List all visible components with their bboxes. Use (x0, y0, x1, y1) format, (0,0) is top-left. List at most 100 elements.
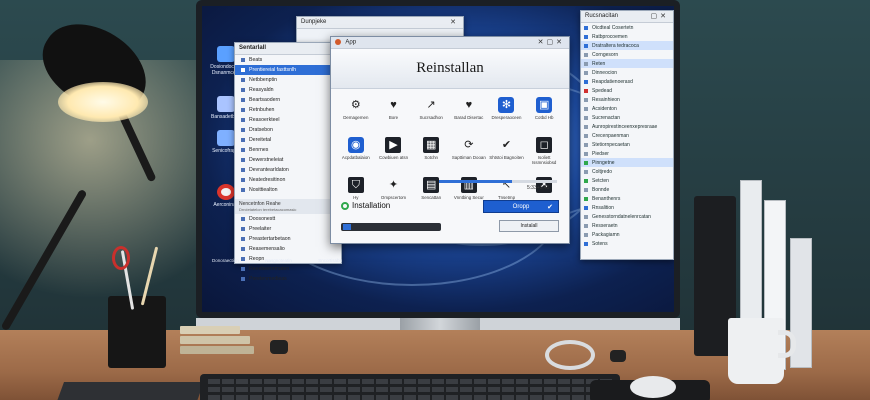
panel-item[interactable]: Stetiornpecaetan (581, 140, 673, 149)
explorer-item-label: Reasemensalio (249, 246, 285, 252)
explorer-window[interactable]: Sentarlall Beats Prentiereial fasttsnlh Ne… (234, 42, 342, 282)
panel-item[interactable]: Sotens (581, 239, 673, 248)
folder-icon (241, 128, 245, 132)
panel-item[interactable]: Dinneocion (581, 68, 673, 77)
pen-cup (108, 296, 166, 368)
panel-item[interactable]: Reten (581, 59, 673, 68)
tool-tile-label: Sucrsadhon (419, 115, 443, 120)
tool-tile[interactable]: ▣ Cotbd Hb (525, 97, 563, 133)
explorer-item-label: Nosittiealton (249, 187, 278, 193)
secondary-button[interactable]: Instalall (499, 220, 559, 232)
tool-tile[interactable]: ◻ Isoliett Issmnsiobsd (525, 137, 563, 173)
box-icon: ▦ (423, 137, 440, 153)
taskbar-item[interactable]: Nasgnoteatin (265, 258, 292, 263)
item-icon (584, 187, 588, 192)
panel-item[interactable]: Reapdatienoerasd (581, 77, 673, 86)
panel-item[interactable]: Benanthenrs (581, 194, 673, 203)
explorer-item[interactable]: Netbbenptin (235, 75, 341, 85)
panel-item[interactable]: Spedead (581, 86, 673, 95)
panel-item-label: Rnsalition (592, 204, 614, 211)
explorer-item[interactable]: Preastertarbetaon (235, 234, 341, 244)
panel-item[interactable]: Oicdteal Cosertetn (581, 23, 673, 32)
tool-tile-label: Cotbd Hb (534, 115, 554, 120)
reinstall-dialog[interactable]: Aρp ✕▢✕ Reinstallan ⚙ Demagemen ♥ Bore ↗ Sucr… (330, 36, 570, 244)
window-controls[interactable]: ▢✕ (651, 12, 669, 20)
item-icon (584, 205, 588, 210)
tool-tile[interactable]: ✻ Dresperaoceen (488, 97, 526, 133)
panel-item[interactable]: Ratbprocoemen (581, 32, 673, 41)
taskbar-item[interactable]: Sncortisabn (318, 258, 342, 263)
explorer-item[interactable]: Reasemensalio (235, 244, 341, 254)
tool-tile[interactable]: ▶ Cowbiuen atsn (375, 137, 413, 173)
explorer-item[interactable]: Nosittiealton (235, 185, 341, 195)
explorer-item[interactable]: Reasyaldn (235, 85, 341, 95)
panel-item[interactable]: Dratraltera tedracoca (581, 41, 673, 50)
explorer-item[interactable]: Doosonestt (235, 214, 341, 224)
tool-tile-label: Sencattan (421, 195, 442, 200)
dialog-window-controls[interactable]: ✕▢✕ (538, 38, 565, 46)
explorer-item[interactable]: Devrantearldaton (235, 165, 341, 175)
explorer-item[interactable]: Dereitetal (235, 135, 341, 145)
right-panel[interactable]: Rucsnacitan ▢✕ Oicdteal Cosertetn Ratbpro… (580, 10, 674, 260)
tool-tile[interactable]: ◉ Acpdatbalaion (337, 137, 375, 173)
explorer-item[interactable]: Beats (235, 55, 341, 65)
tool-tile-label: Cowbiuen atsn (378, 155, 409, 160)
explorer-item-label: Dratsebon (249, 127, 273, 133)
top-window-title: Dunpjeke (301, 19, 327, 25)
panel-item[interactable]: Packagiamn (581, 230, 673, 239)
window-controls[interactable]: ✕ (450, 18, 459, 26)
panel-item[interactable]: Genesstorndatnelenrcatan (581, 212, 673, 221)
panel-item-label: Sucrenactan (592, 114, 621, 121)
tool-tile[interactable]: ✔ Shtstoi Bagnoiten (488, 137, 526, 173)
explorer-item[interactable]: Reeebeenrmaten (235, 264, 341, 274)
notebook (55, 382, 205, 400)
cloud-icon (217, 46, 235, 62)
panel-item[interactable]: Bonnde (581, 185, 673, 194)
explorer-item[interactable]: Retnbuhen (235, 105, 341, 115)
panel-item-label: Coltjredo (592, 168, 613, 175)
panel-item[interactable]: Corngesorn (581, 50, 673, 59)
explorer-item[interactable]: Reasoerkteel (235, 115, 341, 125)
tool-tile[interactable]: ↗ Sucrsadhon (412, 97, 450, 133)
panel-item[interactable]: Crecenpaenman (581, 131, 673, 140)
folder-icon (241, 138, 245, 142)
panel-item[interactable]: Aunropirestinceenxepresraae (581, 122, 673, 131)
item-icon (584, 43, 588, 48)
tool-tile[interactable]: ♥ Barad Disertac (450, 97, 488, 133)
panel-item[interactable]: Resainhieon (581, 95, 673, 104)
panel-item[interactable]: Acsidenton (581, 104, 673, 113)
panel-item[interactable]: Piedser (581, 149, 673, 158)
item-icon (584, 124, 588, 129)
panel-item[interactable]: Setcten (581, 176, 673, 185)
primary-button-label: Oropp (512, 203, 530, 210)
explorer-item[interactable]: Prentiereial fasttsnlh (235, 65, 341, 75)
explorer-item[interactable]: Dewerstneleiat (235, 155, 341, 165)
explorer-item[interactable]: Dratsebon (235, 125, 341, 135)
tool-tile[interactable]: ⚙ Demagemen (337, 97, 375, 133)
dialog-heading: Reinstallan (331, 49, 569, 89)
panel-item[interactable]: Pinngetne (581, 158, 673, 167)
item-icon (584, 34, 588, 39)
key-row (208, 387, 612, 392)
taskbar-item[interactable]: Donoraection (212, 258, 239, 263)
explorer-item[interactable]: Poretenmedieas (235, 274, 341, 284)
primary-button[interactable]: Oropp ✔ (483, 200, 559, 213)
explorer-item-label: Dereitetal (249, 137, 272, 143)
panel-item-label: Setcten (592, 177, 609, 184)
tool-tile[interactable]: ♥ Bore (375, 97, 413, 133)
explorer-item[interactable]: Preelaiter (235, 224, 341, 234)
explorer-item-label: Reasoerkteel (249, 117, 280, 123)
tool-tile[interactable]: ⟳ Sapttiman Dooan (450, 137, 488, 173)
panel-item[interactable]: Sucrenactan (581, 113, 673, 122)
folder-icon (241, 108, 245, 112)
panel-item[interactable]: Coltjredo (581, 167, 673, 176)
explorer-item[interactable]: Beartsaodern (235, 95, 341, 105)
panel-item[interactable]: Resseraetn (581, 221, 673, 230)
explorer-item[interactable]: Benrnes (235, 145, 341, 155)
tool-tile-label: Barad Disertac (454, 115, 484, 120)
panel-item[interactable]: Rnsalition (581, 203, 673, 212)
explorer-item-label: Reeebeenrmaten (249, 266, 290, 272)
tool-tile[interactable]: ▦ Sotchn (412, 137, 450, 173)
explorer-item-label: Devrantearldaton (249, 167, 289, 173)
explorer-item[interactable]: Neatedresitinon (235, 175, 341, 185)
